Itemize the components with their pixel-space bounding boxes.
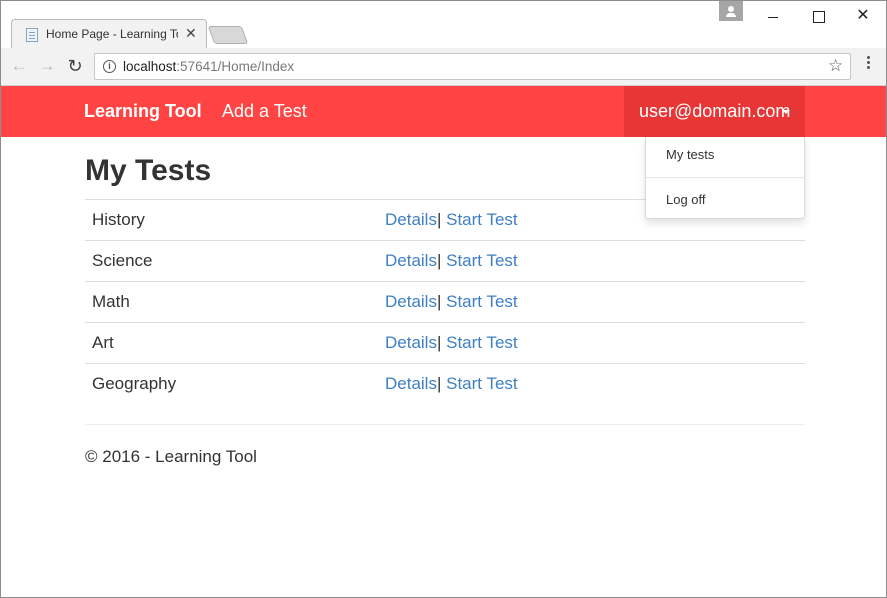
user-dropdown-menu: My tests Log off <box>645 137 805 219</box>
table-row: Math Details| Start Test <box>85 281 805 322</box>
url-host: localhost <box>123 59 177 74</box>
user-email: user@domain.com <box>639 101 791 121</box>
test-actions: Details| Start Test <box>385 292 518 312</box>
new-tab-button[interactable] <box>207 26 249 44</box>
back-arrow-icon[interactable]: ← <box>9 56 29 76</box>
reload-icon[interactable]: ↻ <box>65 56 85 76</box>
star-icon[interactable]: ☆ <box>828 56 843 76</box>
start-test-link[interactable]: Start Test <box>446 333 518 352</box>
details-link[interactable]: Details <box>385 333 437 352</box>
details-link[interactable]: Details <box>385 292 437 311</box>
test-name: Math <box>92 292 130 311</box>
menu-divider <box>646 177 804 178</box>
page-favicon-icon <box>26 28 38 42</box>
table-row: Art Details| Start Test <box>85 322 805 363</box>
test-actions: Details| Start Test <box>385 251 518 271</box>
tests-table: History Details| Start Test Science Deta… <box>85 199 805 404</box>
footer-divider <box>85 424 805 425</box>
url-path: :57641/Home/Index <box>176 59 295 74</box>
browser-window: Home Page - Learning To ✕ ✕ ← → ↻ i loca… <box>0 0 887 598</box>
test-name: Art <box>92 333 114 352</box>
start-test-link[interactable]: Start Test <box>446 251 518 270</box>
start-test-link[interactable]: Start Test <box>446 210 518 229</box>
test-name: Geography <box>92 374 177 393</box>
test-name: Science <box>92 251 153 270</box>
user-menu-toggle[interactable]: user@domain.com <box>624 86 805 137</box>
tab-close-icon[interactable]: ✕ <box>185 25 197 42</box>
browser-toolbar: ← → ↻ i localhost:57641/Home/Index ☆ <box>1 48 886 86</box>
info-icon[interactable]: i <box>103 60 116 73</box>
address-bar[interactable]: i localhost:57641/Home/Index ☆ <box>94 53 851 80</box>
tab-title: Home Page - Learning To <box>46 27 178 41</box>
start-test-link[interactable]: Start Test <box>446 292 518 311</box>
details-link[interactable]: Details <box>385 251 437 270</box>
link-separator: | <box>436 251 442 270</box>
forward-arrow-icon[interactable]: → <box>37 56 57 76</box>
link-separator: | <box>436 374 442 393</box>
url-text[interactable]: localhost:57641/Home/Index <box>123 59 294 74</box>
tab-strip: Home Page - Learning To ✕ ✕ <box>1 1 886 49</box>
profile-icon[interactable] <box>719 1 743 21</box>
link-separator: | <box>436 210 442 229</box>
minimize-button[interactable] <box>753 3 793 29</box>
browser-tab[interactable]: Home Page - Learning To ✕ <box>11 19 207 49</box>
window-close-button[interactable]: ✕ <box>843 3 883 29</box>
link-separator: | <box>436 292 442 311</box>
web-page: Learning Tool Add a Test user@domain.com… <box>1 86 886 597</box>
caret-down-icon <box>782 110 790 114</box>
add-test-link[interactable]: Add a Test <box>222 101 307 122</box>
start-test-link[interactable]: Start Test <box>446 374 518 393</box>
details-link[interactable]: Details <box>385 374 437 393</box>
link-separator: | <box>436 333 442 352</box>
table-row: Geography Details| Start Test <box>85 363 805 404</box>
details-link[interactable]: Details <box>385 210 437 229</box>
test-actions: Details| Start Test <box>385 210 518 230</box>
site-navbar: Learning Tool Add a Test user@domain.com <box>1 86 886 137</box>
kebab-menu-icon[interactable] <box>863 54 873 74</box>
footer-copyright: © 2016 - Learning Tool <box>85 447 257 466</box>
test-actions: Details| Start Test <box>385 333 518 353</box>
my-tests-menu-item[interactable]: My tests <box>666 147 714 162</box>
log-off-menu-item[interactable]: Log off <box>666 192 706 207</box>
brand-link[interactable]: Learning Tool <box>84 101 202 122</box>
table-row: Science Details| Start Test <box>85 240 805 281</box>
test-name: History <box>92 210 145 229</box>
test-actions: Details| Start Test <box>385 374 518 394</box>
maximize-button[interactable] <box>798 3 838 29</box>
page-title: My Tests <box>85 154 212 187</box>
